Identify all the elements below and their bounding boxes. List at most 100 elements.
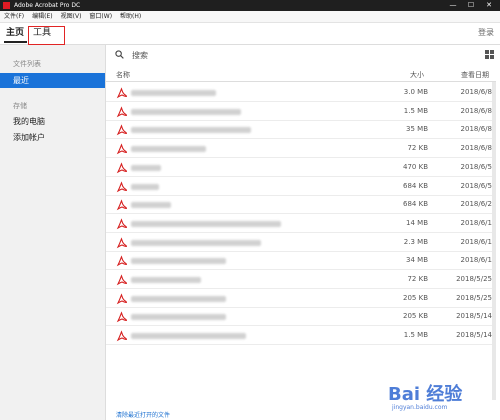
- table-row[interactable]: 35 MB 2018/6/8: [106, 121, 492, 140]
- menu-bar: 文件(F) 编辑(E) 视图(V) 窗口(W) 帮助(H): [0, 11, 500, 23]
- blurred-filename: [131, 314, 226, 321]
- menu-edit[interactable]: 编辑(E): [28, 11, 56, 22]
- top-nav: 主页 工具 登录: [0, 23, 500, 45]
- file-date: 2018/6/5: [460, 181, 492, 190]
- sidebar-item-my-computer[interactable]: 我的电脑: [13, 116, 45, 127]
- sidebar: 文件列表 最近 存储 我的电脑 添加帐户: [0, 45, 106, 420]
- file-date: 2018/6/5: [460, 162, 492, 171]
- menu-window[interactable]: 窗口(W): [85, 11, 116, 22]
- file-size: 1.5 MB: [403, 331, 428, 340]
- table-row[interactable]: 2.3 MB 2018/6/1: [106, 234, 492, 252]
- files-section-heading: 文件列表: [13, 60, 41, 68]
- file-size: 684 KB: [403, 200, 428, 209]
- blurred-filename: [131, 220, 281, 227]
- pdf-file-icon: [116, 255, 128, 267]
- file-size: 205 KB: [403, 312, 428, 321]
- pdf-file-icon: [116, 180, 128, 192]
- menu-help[interactable]: 帮助(H): [116, 11, 145, 22]
- table-row[interactable]: 205 KB 2018/5/25: [106, 290, 492, 308]
- close-button[interactable]: ✕: [480, 0, 498, 11]
- table-row[interactable]: 1.5 MB 2018/5/14: [106, 327, 492, 346]
- table-row[interactable]: 34 MB 2018/6/1: [106, 252, 492, 271]
- minimize-button[interactable]: —: [444, 0, 462, 11]
- blurred-filename: [131, 90, 216, 96]
- table-row[interactable]: 72 KB 2018/5/25: [106, 271, 492, 289]
- blurred-filename: [131, 239, 261, 246]
- window-title: Adobe Acrobat Pro DC: [14, 2, 81, 9]
- pdf-file-icon: [116, 236, 128, 248]
- blurred-filename: [131, 108, 241, 115]
- file-size: 2.3 MB: [403, 237, 428, 246]
- pdf-file-icon: [116, 330, 128, 342]
- table-row[interactable]: 684 KB 2018/6/5: [106, 178, 492, 196]
- pdf-file-icon: [116, 311, 128, 323]
- vertical-scrollbar[interactable]: [492, 82, 496, 400]
- file-size: 14 MB: [406, 218, 428, 227]
- tab-home[interactable]: 主页: [6, 26, 24, 40]
- blurred-filename: [131, 295, 226, 302]
- pdf-file-icon: [116, 293, 128, 304]
- table-row[interactable]: 1.5 MB 2018/6/8: [106, 103, 492, 121]
- file-size: 72 KB: [407, 275, 428, 283]
- signin-link[interactable]: 登录: [478, 27, 494, 38]
- header-divider: [106, 81, 496, 82]
- table-row[interactable]: 72 KB 2018/6/8: [106, 140, 492, 159]
- blurred-filename: [131, 183, 159, 190]
- pdf-file-icon: [116, 274, 128, 286]
- table-row[interactable]: 14 MB 2018/6/1: [106, 215, 492, 233]
- column-header-date[interactable]: 查看日期: [461, 70, 489, 80]
- blurred-filename: [131, 258, 226, 265]
- watermark-url: jingyan.baidu.com: [392, 404, 448, 411]
- file-date: 2018/6/2: [460, 200, 492, 209]
- menu-view[interactable]: 视图(V): [57, 11, 86, 22]
- watermark-logo: Bai 经验: [388, 384, 463, 405]
- active-tab-underline: [4, 41, 27, 43]
- file-date: 2018/6/1: [460, 256, 492, 265]
- pdf-file-icon: [116, 124, 128, 136]
- table-row[interactable]: 3.0 MB 2018/6/8: [106, 84, 492, 102]
- grid-view-icon[interactable]: [485, 50, 494, 59]
- file-date: 2018/6/8: [460, 106, 492, 115]
- file-date: 2018/5/25: [456, 275, 492, 283]
- maximize-button[interactable]: ☐: [462, 0, 480, 11]
- search-icon[interactable]: [115, 50, 124, 59]
- file-size: 72 KB: [407, 144, 428, 153]
- blurred-filename: [131, 202, 171, 209]
- file-size: 35 MB: [406, 125, 428, 134]
- column-header-size[interactable]: 大小: [410, 70, 424, 80]
- file-date: 2018/5/14: [456, 312, 492, 321]
- column-header-name[interactable]: 名称: [116, 70, 130, 80]
- pdf-file-icon: [116, 199, 128, 211]
- file-size: 34 MB: [406, 256, 428, 265]
- blurred-filename: [131, 127, 251, 134]
- file-date: 2018/6/1: [460, 237, 492, 246]
- storage-section-heading: 存储: [13, 102, 27, 110]
- file-size: 684 KB: [403, 181, 428, 190]
- file-date: 2018/6/8: [460, 144, 492, 153]
- pdf-file-icon: [116, 143, 128, 155]
- file-date: 2018/5/14: [456, 331, 492, 340]
- acrobat-app-icon: [3, 2, 10, 9]
- sidebar-item-add-account[interactable]: 添加帐户: [13, 132, 45, 143]
- file-date: 2018/6/1: [460, 218, 492, 227]
- sidebar-item-recent[interactable]: 最近: [0, 73, 105, 88]
- pdf-file-icon: [116, 162, 128, 174]
- clear-recent-link[interactable]: 清除最近打开的文件: [116, 410, 170, 419]
- blurred-filename: [131, 333, 246, 340]
- title-bar: Adobe Acrobat Pro DC — ☐ ✕: [0, 0, 500, 11]
- file-date: 2018/5/25: [456, 293, 492, 302]
- blurred-filename: [131, 277, 201, 283]
- table-row[interactable]: 470 KB 2018/6/5: [106, 159, 492, 177]
- file-size: 1.5 MB: [403, 106, 428, 115]
- file-size: 470 KB: [403, 162, 428, 171]
- file-size: 3.0 MB: [403, 88, 428, 96]
- file-date: 2018/6/8: [460, 88, 492, 96]
- search-input[interactable]: 搜索: [132, 50, 148, 61]
- table-row[interactable]: 205 KB 2018/5/14: [106, 308, 492, 327]
- blurred-filename: [131, 146, 206, 153]
- table-row[interactable]: 684 KB 2018/6/2: [106, 196, 492, 215]
- file-date: 2018/6/8: [460, 125, 492, 134]
- menu-file[interactable]: 文件(F): [0, 11, 28, 22]
- pdf-file-icon: [116, 218, 128, 230]
- tools-tab-highlight-box: [28, 26, 65, 45]
